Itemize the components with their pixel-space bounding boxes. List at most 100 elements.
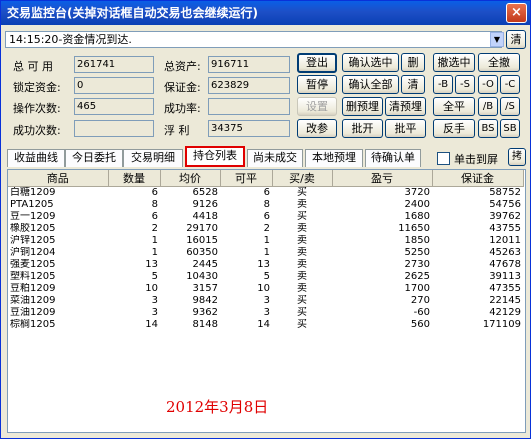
close-all-button[interactable]: 全平	[433, 97, 475, 116]
pin-button[interactable]: 拷	[508, 148, 526, 166]
table-cell: 买	[297, 319, 307, 330]
window-title: 交易监控台(关掉对话框自动交易也会继续运行)	[1, 1, 530, 25]
delete-presets-button[interactable]: 删预埋	[342, 97, 383, 116]
success-field	[74, 120, 154, 137]
table-cell: 6	[151, 187, 158, 198]
table-row[interactable]: 棕榈1205 14 8148 14 买 560 171109	[8, 319, 523, 331]
column-header[interactable]: 商品	[8, 170, 109, 187]
cancel-selected-button[interactable]: 撤选中	[433, 53, 475, 72]
minus-b-button[interactable]: -B	[433, 75, 453, 94]
table-cell: 10	[145, 283, 158, 294]
table-cell: 1680	[404, 211, 430, 222]
table-cell: 54756	[489, 199, 521, 210]
confirm-selected-button[interactable]: 确认选中	[342, 53, 399, 72]
delete-button[interactable]: 删	[401, 53, 425, 72]
column-header[interactable]: 保证金	[432, 170, 524, 187]
table-cell: 1850	[404, 235, 430, 246]
table-row[interactable]: PTA1205 8 9126 8 卖 2400 54756	[8, 199, 523, 211]
table-row[interactable]: 白糖1209 6 6528 6 买 3720 58752	[8, 187, 523, 200]
minus-c-button[interactable]: -C	[500, 75, 520, 94]
logout-button[interactable]: 登出	[297, 53, 337, 73]
tab-profit-curve[interactable]: 收益曲线	[7, 149, 65, 167]
batch-close-button[interactable]: 批平	[385, 119, 426, 138]
slash-s-button[interactable]: /S	[500, 97, 520, 116]
table-cell: 13	[145, 259, 158, 270]
table-cell: 豆一1209	[10, 211, 56, 222]
chevron-down-icon[interactable]: ▼	[490, 32, 504, 47]
positions-table: 商品 数量 均价 可平 买/卖 盈亏 保证金 白糖1209 6 6528 6 买 3720…	[7, 169, 526, 433]
table-cell: 沪铜1204	[10, 247, 56, 258]
table-cell: 39113	[489, 271, 521, 282]
table-cell: 买	[297, 307, 307, 318]
table-row[interactable]: 强麦1205 13 2445 13 卖 2730 47678	[8, 259, 523, 271]
table-cell: 8	[263, 199, 270, 210]
column-header[interactable]: 盈亏	[332, 170, 433, 187]
table-cell: 29170	[186, 223, 218, 234]
table-cell: 2625	[404, 271, 430, 282]
column-header[interactable]: 数量	[108, 170, 161, 187]
bs-button[interactable]: BS	[478, 119, 498, 138]
table-cell: 强麦1205	[10, 259, 56, 270]
table-cell: 42129	[489, 307, 521, 318]
table-row[interactable]: 豆粕1209 10 3157 10 卖 1700 47355	[8, 283, 523, 295]
single-sheet-checkbox[interactable]	[437, 152, 450, 165]
table-row[interactable]: 豆一1209 6 4418 6 买 1680 39762	[8, 211, 523, 223]
tab-unfilled[interactable]: 尚未成交	[247, 149, 303, 167]
tab-today-orders[interactable]: 今日委托	[65, 149, 123, 167]
table-cell: 白糖1209	[10, 187, 56, 198]
sb-button[interactable]: SB	[500, 119, 520, 138]
table-cell: 卖	[297, 271, 307, 282]
minus-o-button[interactable]: -O	[478, 75, 498, 94]
table-cell: 39762	[489, 211, 521, 222]
settings-button[interactable]: 设置	[297, 97, 337, 116]
tab-positions[interactable]: 持仓列表	[185, 146, 245, 167]
table-cell: 47355	[489, 283, 521, 294]
table-cell: 6	[263, 187, 270, 198]
table-cell: 47678	[489, 259, 521, 270]
tab-pending-confirm[interactable]: 待确认单	[365, 149, 421, 167]
tab-trade-details[interactable]: 交易明细	[123, 149, 183, 167]
confirm-all-button[interactable]: 确认全部	[342, 75, 399, 94]
table-cell: 3	[263, 295, 270, 306]
table-cell: 2	[263, 223, 270, 234]
table-cell: 1	[263, 247, 270, 258]
clear-button[interactable]: 清	[401, 75, 425, 94]
table-cell: 豆粕1209	[10, 283, 56, 294]
table-cell: 卖	[297, 247, 307, 258]
table-cell: 卖	[297, 259, 307, 270]
slash-b-button[interactable]: /B	[478, 97, 498, 116]
table-cell: 8	[151, 199, 158, 210]
change-params-button[interactable]: 改参	[297, 119, 337, 138]
clear-presets-button[interactable]: 清预埋	[385, 97, 426, 116]
table-row[interactable]: 沪铜1204 1 60350 1 卖 5250 45263	[8, 247, 523, 259]
table-cell: 卖	[297, 235, 307, 246]
pause-button[interactable]: 暂停	[297, 75, 337, 94]
table-cell: 13	[257, 259, 270, 270]
available-field: 261741	[74, 56, 154, 73]
table-cell: 14	[257, 319, 270, 330]
table-cell: 14	[145, 319, 158, 330]
success-rate-field	[208, 98, 290, 115]
close-button[interactable]: ×	[506, 3, 527, 23]
cancel-all-button[interactable]: 全撤	[478, 53, 520, 72]
table-row[interactable]: 沪锌1205 1 16015 1 卖 1850 12011	[8, 235, 523, 247]
table-row[interactable]: 菜油1209 3 9842 3 买 270 22145	[8, 295, 523, 307]
table-row[interactable]: 橡胶1205 2 29170 2 卖 11650 43755	[8, 223, 523, 235]
batch-open-button[interactable]: 批开	[342, 119, 383, 138]
reverse-button[interactable]: 反手	[433, 119, 475, 138]
table-cell: -60	[413, 307, 430, 318]
table-cell: 2730	[404, 259, 430, 270]
table-cell: 10430	[186, 271, 218, 282]
table-row[interactable]: 豆油1209 3 9362 3 买 -60 42129	[8, 307, 523, 319]
table-header-row: 商品 数量 均价 可平 买/卖 盈亏 保证金	[8, 170, 524, 187]
table-cell: 橡胶1205	[10, 223, 56, 234]
table-cell: 16015	[186, 235, 218, 246]
minus-s-button[interactable]: -S	[455, 75, 475, 94]
table-cell: 3720	[404, 187, 430, 198]
column-header[interactable]: 可平	[220, 170, 273, 187]
tab-local-presets[interactable]: 本地预埋	[305, 149, 363, 167]
table-row[interactable]: 塑料1205 5 10430 5 卖 2625 39113	[8, 271, 523, 283]
column-header[interactable]: 买/卖	[272, 170, 333, 187]
column-header[interactable]: 均价	[160, 170, 221, 187]
status-clear-button[interactable]: 清	[506, 30, 526, 49]
